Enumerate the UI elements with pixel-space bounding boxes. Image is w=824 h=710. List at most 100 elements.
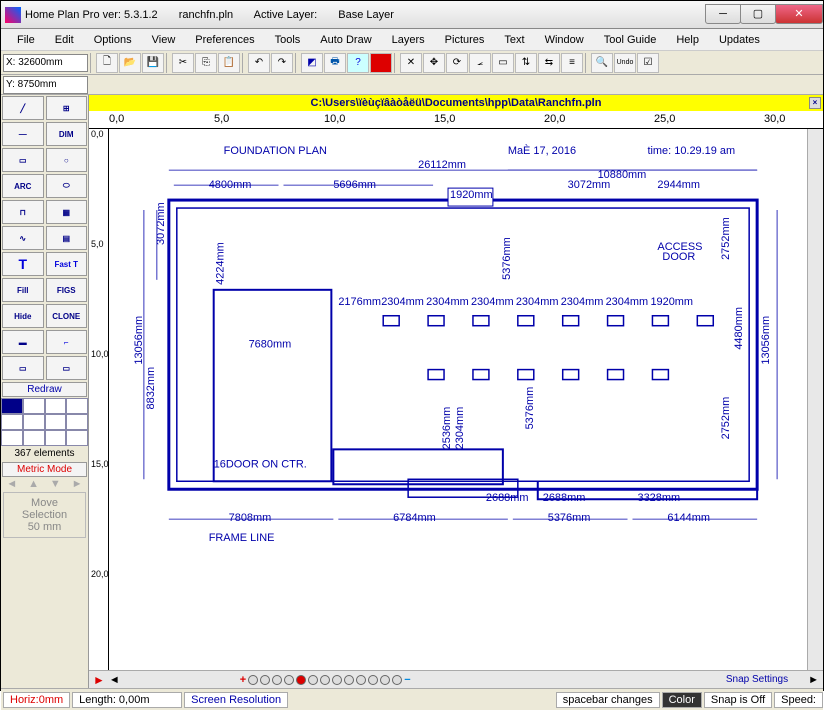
menu-preferences[interactable]: Preferences [187, 32, 262, 48]
tool-m1[interactable]: ▭ [2, 356, 44, 380]
svg-text:16DOOR ON CTR.: 16DOOR ON CTR. [214, 458, 307, 470]
status-color[interactable]: Color [662, 692, 702, 708]
tool-stairs[interactable]: ▤ [46, 226, 88, 250]
tool-arc[interactable]: ARC [2, 174, 44, 198]
tool-window[interactable]: ▦ [46, 200, 88, 224]
tool-door[interactable]: ⊓ [2, 200, 44, 224]
tool-rect[interactable]: ▭ [2, 148, 44, 172]
tool-clone[interactable]: CLONE [46, 304, 88, 328]
menu-layers[interactable]: Layers [384, 32, 433, 48]
svg-text:time: 10.29.19 am: time: 10.29.19 am [647, 145, 735, 157]
tool-figs[interactable]: FIGS [46, 278, 88, 302]
menu-view[interactable]: View [144, 32, 184, 48]
scrollbar-vertical[interactable] [807, 129, 823, 670]
tool-dim[interactable]: DIM [46, 122, 88, 146]
zoom-out-icon[interactable]: − [404, 674, 410, 686]
svg-text:13056mm: 13056mm [760, 316, 772, 365]
zoom-in-icon[interactable]: + [240, 674, 246, 686]
zoom-button[interactable]: 🔍 [591, 53, 613, 73]
scroll-marker-icon: ► [93, 673, 105, 687]
align-button[interactable]: ≡ [561, 53, 583, 73]
tool-curve[interactable]: ∿ [2, 226, 44, 250]
svg-text:2304mm: 2304mm [381, 296, 424, 308]
rotate-button[interactable]: ⟳ [446, 53, 468, 73]
open-file-button[interactable]: 📂 [119, 53, 141, 73]
svg-text:2304mm: 2304mm [516, 296, 559, 308]
tool-m2[interactable]: ▭ [46, 356, 88, 380]
window-title: Home Plan Pro ver: 5.3.1.2 ranchfn.pln A… [25, 9, 430, 21]
drawing-canvas[interactable]: FOUNDATION PLAN MaÈ 17, 2016 time: 10.29… [109, 129, 807, 670]
menu-text[interactable]: Text [496, 32, 532, 48]
svg-text:3328mm: 3328mm [637, 492, 680, 504]
new-file-button[interactable]: 🗋 [96, 53, 118, 73]
tool-ellipse[interactable]: ⬭ [46, 174, 88, 198]
status-horiz: Horiz:0mm [3, 692, 70, 708]
menu-help[interactable]: Help [668, 32, 707, 48]
status-screen[interactable]: Screen Resolution [184, 692, 288, 708]
toolbar-row-2: Y: 8750mm [1, 75, 823, 95]
menu-toolguide[interactable]: Tool Guide [596, 32, 665, 48]
svg-text:7680mm: 7680mm [249, 339, 292, 351]
copy-button[interactable]: ⎘ [195, 53, 217, 73]
tool-grid[interactable]: ⊞ [46, 96, 88, 120]
tool-fill[interactable]: Fill [2, 278, 44, 302]
menu-updates[interactable]: Updates [711, 32, 768, 48]
tool-text[interactable]: T [2, 252, 44, 276]
svg-text:6144mm: 6144mm [667, 512, 710, 524]
menu-file[interactable]: File [9, 32, 43, 48]
tool-a[interactable]: ◩ [301, 53, 323, 73]
close-button[interactable]: ✕ [775, 4, 823, 24]
help-button[interactable]: ? [347, 53, 369, 73]
filepath-bar: C:\Users\ïèùçïâàòåëü\Documents\hpp\Data\… [89, 95, 823, 111]
undo-text-button[interactable]: Undo [614, 53, 636, 73]
paste-button[interactable]: 📋 [218, 53, 240, 73]
tool-hline[interactable]: — [2, 122, 44, 146]
tool-wall[interactable]: ▬ [2, 330, 44, 354]
mirror-v-button[interactable]: ⇅ [515, 53, 537, 73]
checkbox-button[interactable]: ☑ [637, 53, 659, 73]
move-button[interactable]: ✥ [423, 53, 445, 73]
svg-text:13056mm: 13056mm [133, 316, 145, 365]
color-palette[interactable] [1, 398, 88, 446]
tool-poly[interactable]: ⌐ [46, 330, 88, 354]
tool-hide[interactable]: Hide [2, 304, 44, 328]
menu-options[interactable]: Options [86, 32, 140, 48]
print-button[interactable]: 🖶 [324, 53, 346, 73]
menu-tools[interactable]: Tools [267, 32, 309, 48]
svg-text:2304mm: 2304mm [454, 407, 466, 450]
mirror-h-button[interactable]: ⇆ [538, 53, 560, 73]
move-selection-panel: Move Selection 50 mm [3, 492, 86, 538]
save-button[interactable]: 💾 [142, 53, 164, 73]
filepath-close[interactable]: × [809, 97, 821, 109]
tool-fast-text[interactable]: Fast T [46, 252, 88, 276]
menu-window[interactable]: Window [537, 32, 592, 48]
menu-pictures[interactable]: Pictures [437, 32, 493, 48]
status-length: Length: 0,00m [72, 692, 182, 708]
svg-text:2304mm: 2304mm [606, 296, 649, 308]
undo-button[interactable]: ↶ [248, 53, 270, 73]
tool-line[interactable]: ╱ [2, 96, 44, 120]
angle-button[interactable]: ⦟ [469, 53, 491, 73]
zoom-dots[interactable]: + − [240, 674, 411, 686]
status-snap[interactable]: Snap is Off [704, 692, 772, 708]
menu-edit[interactable]: Edit [47, 32, 82, 48]
cut-button[interactable]: ✂ [172, 53, 194, 73]
minimize-button[interactable]: ─ [705, 4, 741, 24]
stop-button[interactable] [370, 53, 392, 73]
maximize-button[interactable]: ▢ [740, 4, 776, 24]
tool-circle[interactable]: ○ [46, 148, 88, 172]
snap-settings-link[interactable]: Snap Settings [726, 674, 788, 685]
move-arrows[interactable]: ◄▲▼► [1, 478, 88, 490]
svg-text:5376mm: 5376mm [548, 512, 591, 524]
svg-text:3072mm: 3072mm [568, 179, 611, 191]
redraw-button[interactable]: Redraw [2, 382, 87, 397]
scrollbar-horizontal[interactable]: ► ◄ + − Snap Settings ► [89, 670, 823, 688]
delete-button[interactable]: ✕ [400, 53, 422, 73]
metric-mode[interactable]: Metric Mode [2, 462, 87, 477]
select-button[interactable]: ▭ [492, 53, 514, 73]
menu-autodraw[interactable]: Auto Draw [312, 32, 379, 48]
svg-text:26112mm: 26112mm [418, 159, 466, 171]
svg-text:2304mm: 2304mm [471, 296, 514, 308]
element-count: 367 elements [1, 446, 88, 461]
redo-button[interactable]: ↷ [271, 53, 293, 73]
